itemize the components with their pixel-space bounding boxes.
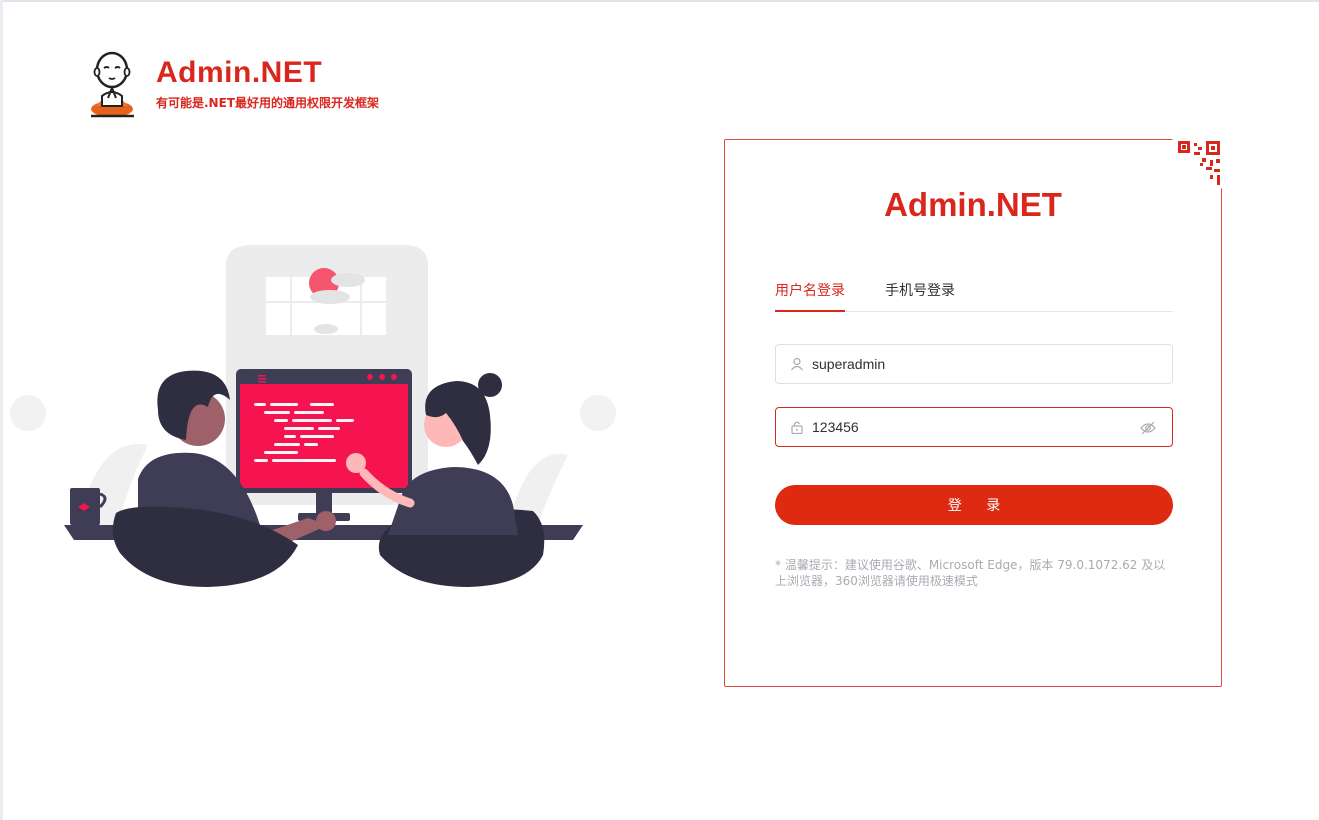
user-icon <box>791 357 803 371</box>
decor-circle-right <box>580 395 616 431</box>
chair-left <box>112 506 298 587</box>
lock-icon <box>791 421 803 434</box>
qrcode-switch-icon[interactable] <box>1172 139 1222 189</box>
programmers-illustration <box>10 245 616 587</box>
browser-tip: * 温馨提示：建议使用谷歌、Microsoft Edge，版本 79.0.107… <box>775 558 1166 588</box>
password-input[interactable] <box>812 408 1132 446</box>
login-card: Admin.NET 用户名登录 手机号登录 superadmin 123456 … <box>724 139 1222 687</box>
tab-username-login[interactable]: 用户名登录 <box>775 280 845 311</box>
active-tab-indicator <box>775 310 845 312</box>
window-top-edge <box>0 0 1319 2</box>
login-page: Admin.NET 有可能是.NET最好用的通用权限开发框架 Admin.NET… <box>0 0 1319 820</box>
login-tabs: 用户名登录 手机号登录 <box>775 280 1173 312</box>
username-field <box>775 344 1173 384</box>
login-title: Admin.NET <box>884 186 1062 223</box>
monk-logo-icon <box>91 51 134 118</box>
password-field <box>775 407 1173 447</box>
brand-subtitle: 有可能是.NET最好用的通用权限开发框架 <box>156 96 379 110</box>
eye-icon[interactable] <box>1140 421 1156 435</box>
tab-phone-login[interactable]: 手机号登录 <box>885 280 955 311</box>
decor-circle-left <box>10 395 46 431</box>
brand-header: Admin.NET 有可能是.NET最好用的通用权限开发框架 <box>88 50 418 120</box>
username-input[interactable] <box>812 345 1132 383</box>
login-button[interactable]: 登 录 <box>775 485 1173 525</box>
brand-title: Admin.NET <box>156 56 323 89</box>
window-left-edge <box>0 0 3 820</box>
